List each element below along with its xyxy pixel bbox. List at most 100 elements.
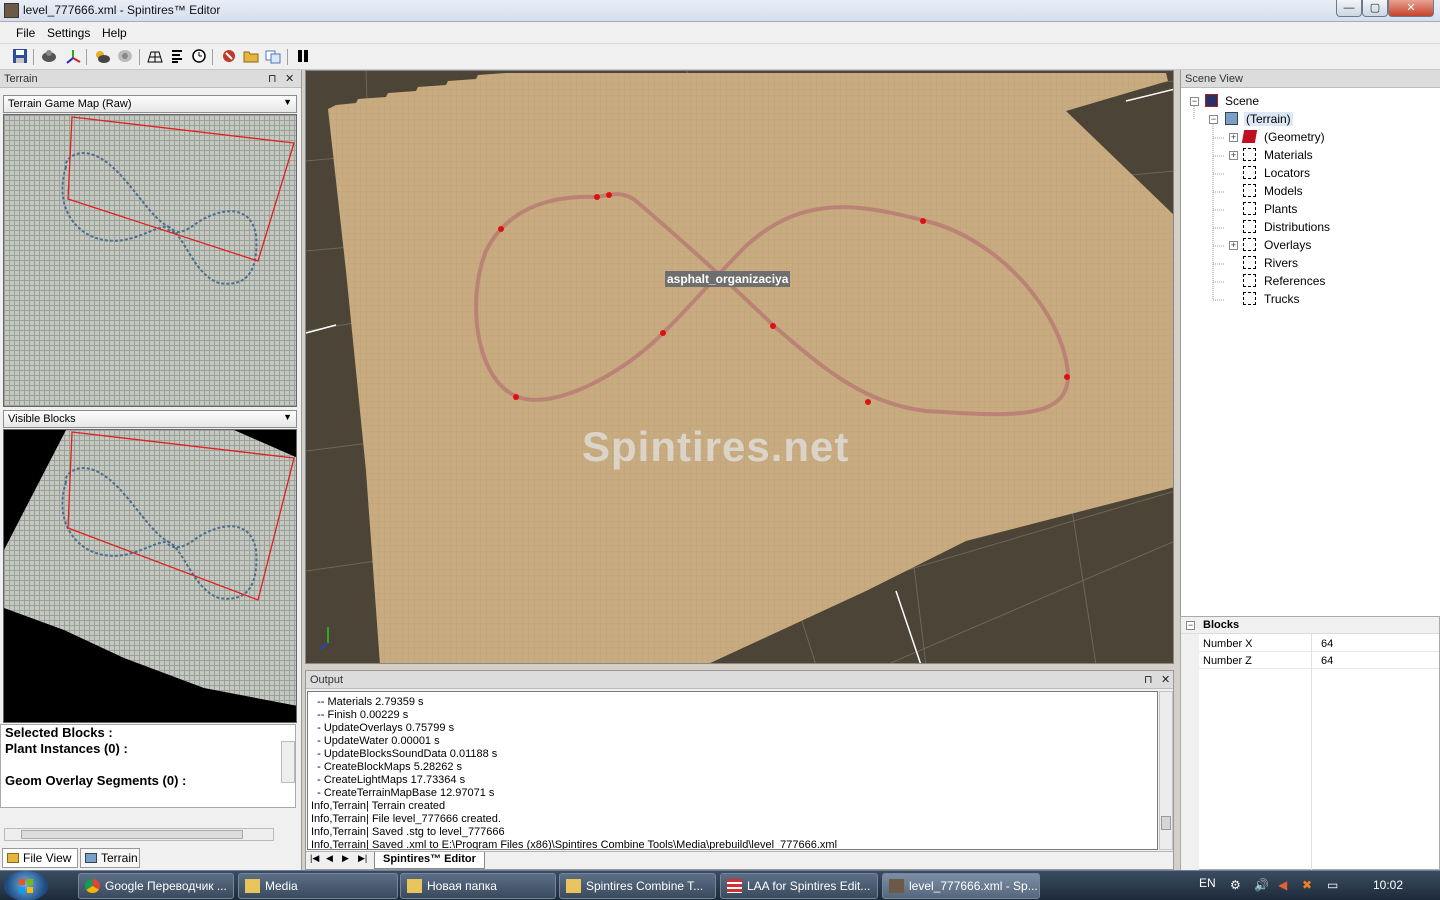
collapse-icon[interactable]: −: [1209, 115, 1218, 124]
app-tray-icon[interactable]: ✖: [1302, 878, 1312, 892]
taskbar-item-spintires-editor[interactable]: level_777666.xml - Sp...: [882, 873, 1040, 899]
list-icon[interactable]: [168, 48, 186, 66]
viewport-scene: [306, 71, 1173, 663]
minimize-button[interactable]: —: [1336, 0, 1362, 17]
last-tab-button[interactable]: ▶|: [358, 853, 367, 864]
windows-logo-icon: [19, 879, 33, 893]
geometry-icon: [1241, 130, 1258, 143]
tree-item-rivers[interactable]: Rivers: [1264, 256, 1298, 270]
tab-spintires-editor[interactable]: Spintires™ Editor: [374, 852, 485, 869]
menu-settings[interactable]: Settings: [47, 26, 90, 40]
map-type-select[interactable]: Terrain Game Map (Raw) ▼: [3, 95, 297, 113]
network-icon[interactable]: ⚙: [1230, 878, 1241, 892]
terrain-panel: Terrain ⊓ ✕ Terrain Game Map (Raw) ▼ Vis…: [0, 70, 302, 870]
language-indicator[interactable]: EN: [1199, 876, 1216, 890]
visible-blocks-select[interactable]: Visible Blocks ▼: [3, 410, 297, 428]
menu-help[interactable]: Help: [102, 26, 127, 40]
tree-item-distributions[interactable]: Distributions: [1264, 220, 1330, 234]
blocks-section: − Blocks: [1181, 617, 1439, 634]
close-button[interactable]: ✕: [1388, 0, 1434, 17]
taskbar-item-laa[interactable]: LAA for Spintires Edit...: [720, 873, 878, 899]
tree-item-references[interactable]: References: [1264, 274, 1325, 288]
copy-icon[interactable]: [264, 48, 282, 66]
start-button[interactable]: [4, 871, 48, 900]
delete-icon[interactable]: [220, 48, 238, 66]
chevron-down-icon: ▼: [283, 412, 292, 422]
taskbar-item-google-translate[interactable]: Google Переводчик ...: [78, 873, 234, 899]
clock[interactable]: 10:02: [1373, 878, 1403, 892]
map-type-value: Terrain Game Map (Raw): [8, 98, 132, 110]
close-icon[interactable]: ✕: [285, 72, 294, 85]
collapse-icon[interactable]: −: [1190, 97, 1199, 106]
visible-blocks-value: Visible Blocks: [8, 413, 76, 425]
tree-item-locators[interactable]: Locators: [1264, 166, 1310, 180]
output-panel-title: Output: [310, 674, 344, 686]
maximize-button[interactable]: ▢: [1362, 0, 1388, 17]
folder-icon: [1243, 184, 1256, 197]
taskbar-item-label: Spintires Combine T...: [586, 879, 704, 893]
clock-icon[interactable]: [190, 48, 208, 66]
brush-icon[interactable]: [116, 48, 134, 66]
close-icon[interactable]: ✕: [1161, 673, 1170, 686]
folder-icon: [1243, 202, 1256, 215]
scene-view-header: Scene View: [1181, 70, 1440, 88]
pin-icon[interactable]: ⊓: [1144, 673, 1153, 686]
terrain-panel-header: Terrain ⊓ ✕: [0, 70, 301, 88]
open-icon[interactable]: [40, 48, 58, 66]
terrain-panel-title: Terrain: [4, 73, 38, 85]
terrain-game-map[interactable]: [3, 114, 297, 407]
scene-icon: [1205, 94, 1218, 107]
tree-item-terrain[interactable]: (Terrain): [1244, 112, 1293, 126]
tree-item-plants[interactable]: Plants: [1264, 202, 1297, 216]
output-panel-header: Output ⊓ ✕: [306, 671, 1173, 689]
track-label[interactable]: asphalt_organizaciya: [665, 271, 791, 287]
prop-number-x-label: Number X: [1203, 638, 1253, 650]
taskbar-item-media[interactable]: Media: [238, 873, 398, 899]
tab-terrain-label: Terrain: [101, 851, 138, 865]
toolbar: [0, 44, 1440, 70]
next-tab-button[interactable]: ▶: [342, 853, 349, 864]
folder-icon[interactable]: [242, 48, 260, 66]
weather-icon[interactable]: [93, 48, 111, 66]
tab-terrain[interactable]: Terrain: [80, 848, 140, 868]
expand-icon[interactable]: +: [1229, 151, 1238, 160]
speaker-mute-icon[interactable]: ◀: [1278, 878, 1287, 892]
3d-viewport[interactable]: asphalt_organizaciya Spintires.net: [305, 70, 1174, 664]
chrome-icon: [85, 879, 100, 893]
info-scrollbar[interactable]: [281, 741, 295, 783]
tree-item-models[interactable]: Models: [1264, 184, 1303, 198]
prev-tab-button[interactable]: ◀: [326, 853, 333, 864]
pin-icon[interactable]: ⊓: [268, 72, 277, 85]
expand-icon[interactable]: +: [1229, 133, 1238, 142]
taskbar-item-new-folder[interactable]: Новая папка: [400, 873, 556, 899]
menu-file[interactable]: File: [16, 26, 35, 40]
expand-icon[interactable]: +: [1229, 241, 1238, 250]
grid-icon[interactable]: [146, 48, 164, 66]
first-tab-button[interactable]: |◀: [310, 853, 319, 864]
pause-icon[interactable]: [294, 48, 312, 66]
folder-icon: [1243, 292, 1256, 305]
tab-file-view[interactable]: File View: [2, 848, 78, 868]
tree-item-geometry[interactable]: (Geometry): [1264, 130, 1325, 144]
info-hscrollbar[interactable]: [4, 828, 274, 841]
taskbar-item-combine-tools[interactable]: Spintires Combine T...: [559, 873, 716, 899]
tree-item-overlays[interactable]: Overlays: [1264, 238, 1311, 252]
axes-icon[interactable]: [64, 48, 82, 66]
collapse-icon[interactable]: −: [1186, 621, 1195, 630]
folder-icon: [1243, 166, 1256, 179]
volume-icon[interactable]: 🔊: [1254, 878, 1269, 892]
prop-number-x-value[interactable]: 64: [1321, 638, 1333, 650]
terrain-icon: [1225, 112, 1238, 125]
tree-item-scene[interactable]: Scene: [1225, 94, 1259, 108]
log-line: Info,Terrain| File level_777666 created.: [311, 813, 501, 825]
save-icon[interactable]: [11, 48, 29, 66]
output-log[interactable]: -- Materials 2.79359 s -- Finish 0.00229…: [307, 691, 1158, 850]
tree-item-materials[interactable]: Materials: [1264, 148, 1313, 162]
visible-blocks-map[interactable]: [3, 429, 297, 723]
prop-number-z-value[interactable]: 64: [1321, 655, 1333, 667]
output-scrollbar[interactable]: [1159, 691, 1173, 850]
taskbar: Google Переводчик ... Media Новая папка …: [0, 870, 1440, 900]
terrain-surface: [328, 73, 1173, 663]
tree-item-trucks[interactable]: Trucks: [1264, 292, 1300, 306]
display-icon[interactable]: ▭: [1327, 878, 1338, 892]
